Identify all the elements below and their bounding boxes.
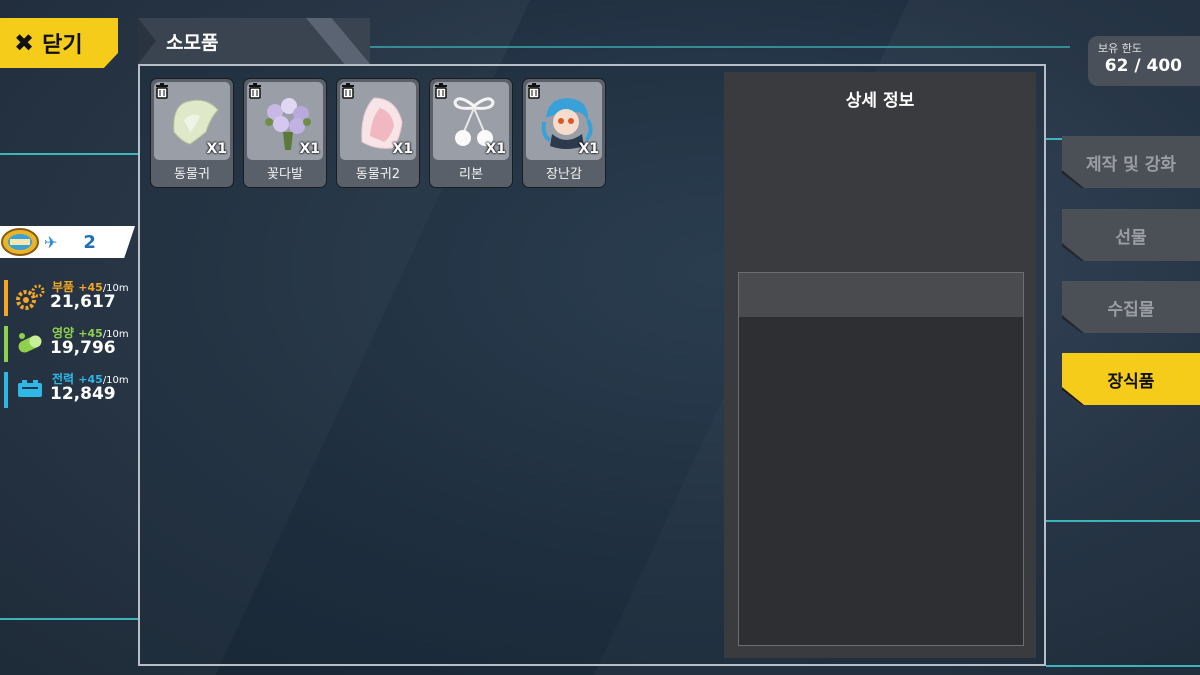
- item-name: 동물귀2: [355, 167, 401, 182]
- decor-line: [0, 153, 140, 155]
- plane-icon: ✈: [44, 232, 58, 252]
- resource-bar: [4, 326, 8, 362]
- item-quantity: X1: [485, 141, 506, 157]
- tab-label: 제작 및 강화: [1085, 154, 1177, 175]
- item-quantity: X1: [578, 141, 599, 157]
- tab-label: 선물: [1115, 227, 1147, 248]
- item-slot[interactable]: X1 장난감: [522, 78, 606, 188]
- item-slot[interactable]: X1 동물귀: [150, 78, 234, 188]
- trash-icon[interactable]: [341, 83, 355, 99]
- panel-title: 소모품: [166, 31, 219, 54]
- player-level-bar[interactable]: ✈ 2: [0, 226, 135, 258]
- resource-bar: [4, 280, 8, 316]
- panel-tab-decoration: [306, 18, 370, 64]
- detail-title: 상세 정보: [845, 91, 915, 111]
- item-quantity: X1: [299, 141, 320, 157]
- item-name: 꽃다발: [267, 167, 303, 182]
- trash-icon[interactable]: [527, 83, 541, 99]
- tab-collectibles[interactable]: 수집물: [1062, 281, 1200, 333]
- tab-label: 장식품: [1107, 371, 1155, 392]
- decor-line: [1046, 665, 1200, 667]
- detail-description-box: [738, 272, 1024, 646]
- panel-title-tab: 소모품: [138, 18, 370, 64]
- close-button-label: 닫기: [42, 33, 83, 58]
- trash-icon[interactable]: [248, 83, 262, 99]
- item-slot[interactable]: X1 동물귀2: [336, 78, 420, 188]
- item-name: 장난감: [546, 167, 582, 182]
- player-level: 2: [83, 231, 96, 253]
- tab-craft-enhance[interactable]: 제작 및 강화: [1062, 136, 1200, 188]
- resource-nutrition: 영양 +45/10m 19,796: [4, 324, 134, 364]
- resource-parts: 부품 +45/10m 21,617: [4, 278, 134, 318]
- gears-icon: [16, 284, 45, 310]
- resource-amount: 21,617: [50, 292, 116, 312]
- resource-bar: [4, 372, 8, 408]
- capacity-display: 보유 한도 62 / 400: [1088, 36, 1200, 86]
- battery-icon: [18, 380, 42, 397]
- item-name: 리본: [459, 167, 483, 182]
- tab-decorations[interactable]: 장식품: [1062, 353, 1200, 405]
- detail-panel: 상세 정보: [724, 72, 1036, 658]
- trash-icon[interactable]: [434, 83, 448, 99]
- player-badge-icon: [0, 226, 40, 258]
- detail-box-header: [739, 273, 1023, 317]
- tab-gift[interactable]: 선물: [1062, 209, 1200, 261]
- close-x-icon: ✖: [14, 29, 35, 57]
- decor-line: [370, 46, 1070, 48]
- item-quantity: X1: [392, 141, 413, 157]
- decor-line: [0, 618, 138, 620]
- resource-power: 전력 +45/10m 12,849: [4, 370, 134, 410]
- decor-line: [1046, 520, 1200, 522]
- tab-label: 수집물: [1107, 299, 1155, 320]
- item-quantity: X1: [206, 141, 227, 157]
- capsule-icon: [18, 333, 42, 353]
- item-slot[interactable]: X1 리본: [429, 78, 513, 188]
- item-slot[interactable]: X1 꽃다발: [243, 78, 327, 188]
- close-button[interactable]: ✖ 닫기: [0, 18, 118, 68]
- resource-amount: 19,796: [50, 338, 116, 358]
- item-name: 동물귀: [174, 167, 210, 182]
- capacity-value: 62 / 400: [1104, 56, 1182, 76]
- trash-icon[interactable]: [155, 83, 169, 99]
- capacity-label: 보유 한도: [1098, 42, 1142, 55]
- item-grid: X1 동물귀 X1 꽃다발 X1 동물귀2 X1 리본 X1 장난감: [150, 78, 606, 188]
- resource-amount: 12,849: [50, 384, 116, 404]
